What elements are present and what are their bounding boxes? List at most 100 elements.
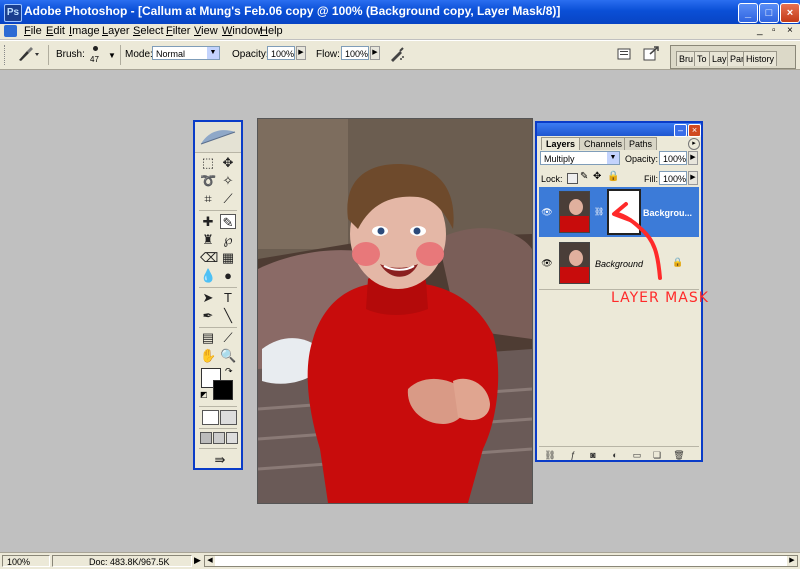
tab-channels[interactable]: Channels xyxy=(579,137,628,150)
lasso-tool-icon[interactable]: ➰ xyxy=(200,173,216,188)
minimize-button[interactable]: _ xyxy=(738,3,758,23)
menu-layer[interactable]: Layer xyxy=(102,25,130,37)
tab-paths[interactable]: Paths xyxy=(624,137,658,150)
blur-tool-icon[interactable]: 💧 xyxy=(200,268,216,283)
pen-tool-icon[interactable]: ✒ xyxy=(200,308,216,323)
add-mask-icon[interactable]: ◙ xyxy=(587,450,599,461)
move-tool-icon[interactable]: ✥ xyxy=(220,155,236,170)
history-brush-tool-icon[interactable]: ℘ xyxy=(220,232,236,247)
lock-all-icon[interactable]: 🔒 xyxy=(607,171,619,182)
zoom-tool-icon[interactable]: 🔍 xyxy=(220,348,236,363)
jump-to-imageready-icon[interactable]: ⇛ xyxy=(209,452,231,467)
screen-mode-standard-button[interactable] xyxy=(200,432,212,444)
doc-minimize-button[interactable]: _ xyxy=(757,25,763,36)
background-color-swatch[interactable] xyxy=(213,380,233,400)
toolbox-header[interactable] xyxy=(195,122,241,153)
marquee-tool-icon[interactable]: ⬚ xyxy=(200,155,216,170)
scroll-left-arrow[interactable]: ◀ xyxy=(205,556,215,566)
line-tool-icon[interactable]: ╲ xyxy=(220,308,236,323)
screen-mode-full-menu-button[interactable] xyxy=(213,432,225,444)
window-title: Adobe Photoshop - [Callum at Mung's Feb.… xyxy=(24,4,561,18)
menu-edit[interactable]: Edit xyxy=(46,25,65,37)
close-button[interactable]: × xyxy=(780,3,800,23)
notes-tool-icon[interactable]: ▤ xyxy=(200,330,216,345)
well-tab-brushes[interactable]: Bru xyxy=(676,51,697,66)
gradient-tool-icon[interactable]: ▦ xyxy=(220,250,236,265)
fill-arrow[interactable]: ▶ xyxy=(688,171,698,185)
magic-wand-tool-icon[interactable]: ✧ xyxy=(220,173,236,188)
path-selection-tool-icon[interactable]: ➤ xyxy=(200,290,216,305)
visibility-eye-icon[interactable]: 👁 xyxy=(541,206,553,218)
airbrush-button[interactable] xyxy=(388,45,406,63)
swap-colors-icon[interactable]: ↷ xyxy=(225,366,233,377)
well-tab-history[interactable]: History xyxy=(743,51,778,66)
document-canvas[interactable] xyxy=(257,118,533,504)
mode-dropdown-arrow[interactable]: ▼ xyxy=(207,47,219,59)
lock-image-pixels-icon[interactable]: ✎ xyxy=(580,171,588,182)
blend-mode-dropdown-arrow[interactable]: ▼ xyxy=(607,152,619,164)
file-browser-button[interactable] xyxy=(616,46,632,62)
layer-opacity-field[interactable]: 100% xyxy=(659,151,687,165)
tab-layers[interactable]: Layers xyxy=(541,137,581,150)
doc-restore-button[interactable]: ▫ xyxy=(772,25,776,36)
hand-tool-icon[interactable]: ✋ xyxy=(200,348,216,363)
visibility-eye-icon[interactable]: 👁 xyxy=(541,257,553,269)
maximize-button[interactable]: □ xyxy=(759,3,779,23)
layer-style-icon[interactable]: ƒ xyxy=(567,450,579,461)
tool-preset-picker[interactable] xyxy=(16,46,40,62)
separator xyxy=(199,448,237,449)
crop-tool-icon[interactable]: ⌗ xyxy=(200,191,216,206)
blend-mode-value: Multiply xyxy=(544,154,575,164)
new-group-icon[interactable]: ▭ xyxy=(631,450,643,461)
lock-position-icon[interactable]: ✥ xyxy=(593,171,601,182)
standard-mode-button[interactable] xyxy=(202,410,219,425)
brush-tool-icon[interactable]: ✎ xyxy=(220,214,236,230)
brush-dropdown-arrow[interactable]: ▼ xyxy=(108,51,116,60)
scroll-right-arrow[interactable]: ▶ xyxy=(787,556,797,566)
zoom-readout[interactable]: 100% xyxy=(2,555,50,567)
menu-image[interactable]: Image xyxy=(69,25,100,37)
fill-field[interactable]: 100% xyxy=(659,171,687,185)
eyedropper-tool-icon[interactable]: ⟋ xyxy=(220,330,236,345)
opacity-field[interactable]: 100% xyxy=(267,46,295,60)
brush-picker[interactable]: 47 xyxy=(86,44,106,66)
flow-slider-arrow[interactable]: ▶ xyxy=(370,46,380,60)
type-tool-icon[interactable]: T xyxy=(220,290,236,305)
palette-close-button[interactable]: × xyxy=(688,124,701,137)
lock-transparent-pixels-icon[interactable] xyxy=(567,173,578,184)
menu-file[interactable]: File xyxy=(24,25,42,37)
default-colors-icon[interactable]: ◩ xyxy=(200,390,208,399)
quick-mask-mode-button[interactable] xyxy=(220,410,237,425)
separator xyxy=(199,327,237,328)
status-menu-arrow[interactable]: ▶ xyxy=(194,555,201,566)
link-layers-icon[interactable]: ⛓ xyxy=(543,450,557,461)
slice-tool-icon[interactable]: ⟋ xyxy=(220,191,236,206)
screen-mode-full-button[interactable] xyxy=(226,432,238,444)
dodge-tool-icon[interactable]: ● xyxy=(220,268,236,283)
adjustment-layer-icon[interactable]: ◐ xyxy=(609,450,621,461)
brush-tool-icon xyxy=(19,47,39,61)
layer-opacity-arrow[interactable]: ▶ xyxy=(688,151,698,165)
menu-filter[interactable]: Filter xyxy=(166,25,190,37)
delete-layer-icon[interactable]: 🗑 xyxy=(673,450,685,461)
document-icon[interactable] xyxy=(4,25,17,37)
separator xyxy=(199,287,237,288)
healing-brush-tool-icon[interactable]: ✚ xyxy=(200,214,216,229)
flow-field[interactable]: 100% xyxy=(341,46,369,60)
palette-minimize-button[interactable]: – xyxy=(674,124,687,137)
doc-close-button[interactable]: × xyxy=(787,25,793,36)
horizontal-scrollbar[interactable]: ◀ ▶ xyxy=(204,555,798,567)
new-layer-icon[interactable]: ❏ xyxy=(651,450,663,461)
menu-select[interactable]: Select xyxy=(133,25,164,37)
clone-stamp-tool-icon[interactable]: ♜ xyxy=(200,232,216,247)
opacity-slider-arrow[interactable]: ▶ xyxy=(296,46,306,60)
options-grip[interactable] xyxy=(4,45,8,65)
menu-window[interactable]: Window xyxy=(222,25,261,37)
palette-menu-button[interactable]: ▸ xyxy=(688,138,700,150)
photoshop-app-icon[interactable]: Ps xyxy=(4,4,22,22)
well-tab-tool-presets[interactable]: To xyxy=(694,51,710,66)
go-to-imageready-button[interactable] xyxy=(642,45,660,63)
menu-view[interactable]: View xyxy=(194,25,218,37)
eraser-tool-icon[interactable]: ⌫ xyxy=(200,250,218,265)
menu-help[interactable]: Help xyxy=(260,25,283,37)
